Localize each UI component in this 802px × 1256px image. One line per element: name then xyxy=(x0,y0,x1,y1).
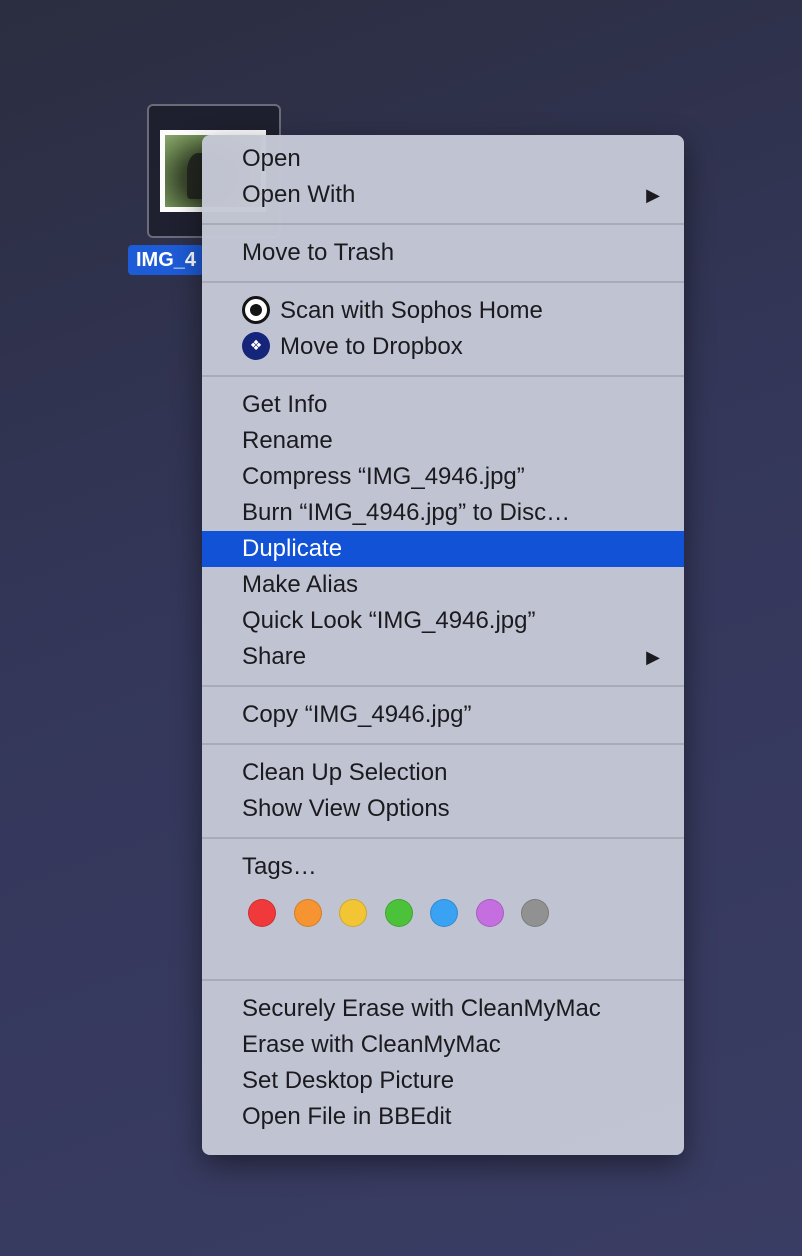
menu-item-show-view-options[interactable]: Show View Options xyxy=(202,791,684,827)
menu-item-label: Move to Trash xyxy=(242,239,395,266)
menu-item-securely-erase-with-cleanmymac[interactable]: Securely Erase with CleanMyMac xyxy=(202,991,684,1027)
menu-item-compress-img-4946-jpg[interactable]: Compress “IMG_4946.jpg” xyxy=(202,459,684,495)
menu-item-label: Open With xyxy=(242,181,356,208)
menu-item-open-with[interactable]: Open With ▶ xyxy=(202,177,684,213)
menu-item-label: Open File in BBEdit xyxy=(242,1103,452,1130)
menu-item-share[interactable]: Share ▶ xyxy=(202,639,684,675)
tag-green-dot[interactable] xyxy=(384,899,413,927)
tag-row-spacer xyxy=(202,947,684,969)
menu-separator xyxy=(202,743,684,745)
menu-item-label: Scan with Sophos Home xyxy=(280,297,543,324)
submenu-arrow-icon: ▶ xyxy=(646,185,660,205)
menu-item-label: Quick Look “IMG_4946.jpg” xyxy=(242,607,536,634)
menu-separator xyxy=(202,837,684,839)
menu-item-label: Make Alias xyxy=(242,571,359,598)
menu-item-label: Share xyxy=(242,643,307,670)
menu-item-erase-with-cleanmymac[interactable]: Erase with CleanMyMac xyxy=(202,1027,684,1063)
menu-item-label: Clean Up Selection xyxy=(242,759,448,786)
menu-item-open-file-in-bbedit[interactable]: Open File in BBEdit xyxy=(202,1099,684,1135)
menu-item-label: Get Info xyxy=(242,391,328,418)
menu-item-copy-img-4946-jpg[interactable]: Copy “IMG_4946.jpg” xyxy=(202,697,684,733)
menu-item-make-alias[interactable]: Make Alias xyxy=(202,567,684,603)
menu-item-burn-img-4946-jpg-to-disc[interactable]: Burn “IMG_4946.jpg” to Disc… xyxy=(202,495,684,531)
dropbox-icon: ❖ xyxy=(242,331,270,360)
tag-yellow-dot[interactable] xyxy=(339,899,367,927)
menu-item-clean-up-selection[interactable]: Clean Up Selection xyxy=(202,755,684,791)
menu-item-quick-look-img-4946-jpg[interactable]: Quick Look “IMG_4946.jpg” xyxy=(202,603,684,639)
menu-item-set-desktop-picture[interactable]: Set Desktop Picture xyxy=(202,1063,684,1099)
menu-separator xyxy=(202,223,684,225)
menu-separator xyxy=(202,979,684,981)
menu-item-get-info[interactable]: Get Info xyxy=(202,387,684,423)
menu-item-label: Burn “IMG_4946.jpg” to Disc… xyxy=(242,499,571,526)
menu-separator xyxy=(202,375,684,377)
menu-item-label: Open xyxy=(242,145,301,172)
menu-item-label: Show View Options xyxy=(242,795,450,822)
tag-blue-dot[interactable] xyxy=(430,899,458,927)
desktop: IMG_4 Open Open With ▶ Move to Trash Scan wi… xyxy=(0,0,802,1256)
context-menu: Open Open With ▶ Move to Trash Scan with Sop… xyxy=(202,135,684,1155)
menu-item-rename[interactable]: Rename xyxy=(202,423,684,459)
menu-item-tags[interactable]: Tags… xyxy=(202,849,684,885)
menu-separator xyxy=(202,281,684,283)
menu-item-label: Move to Dropbox xyxy=(280,333,463,360)
menu-item-label: Copy “IMG_4946.jpg” xyxy=(242,701,472,728)
menu-item-move-to-trash[interactable]: Move to Trash xyxy=(202,235,684,271)
menu-item-label: Set Desktop Picture xyxy=(242,1067,455,1094)
menu-item-move-to-dropbox[interactable]: ❖ Move to Dropbox xyxy=(202,329,684,365)
menu-item-label: Erase with CleanMyMac xyxy=(242,1031,501,1058)
menu-item-scan-with-sophos-home[interactable]: Scan with Sophos Home xyxy=(202,293,684,329)
menu-separator xyxy=(202,685,684,687)
menu-item-label: Securely Erase with CleanMyMac xyxy=(242,995,601,1022)
menu-item-label: Tags… xyxy=(242,853,317,880)
tag-orange-dot[interactable] xyxy=(293,899,322,927)
tag-red-dot[interactable] xyxy=(248,899,276,927)
menu-item-label: Rename xyxy=(242,427,333,454)
menu-item-label: Compress “IMG_4946.jpg” xyxy=(242,463,525,490)
tag-purple-dot[interactable] xyxy=(475,899,504,927)
submenu-arrow-icon: ▶ xyxy=(646,647,660,667)
menu-item-open[interactable]: Open xyxy=(202,141,684,177)
menu-item-duplicate[interactable]: Duplicate xyxy=(202,531,684,567)
menu-item-label: Duplicate xyxy=(242,535,343,562)
tag-gray-dot[interactable] xyxy=(521,899,549,927)
sophos-icon xyxy=(242,295,270,324)
tag-color-row xyxy=(202,885,684,947)
file-name-label[interactable]: IMG_4 xyxy=(128,245,205,275)
